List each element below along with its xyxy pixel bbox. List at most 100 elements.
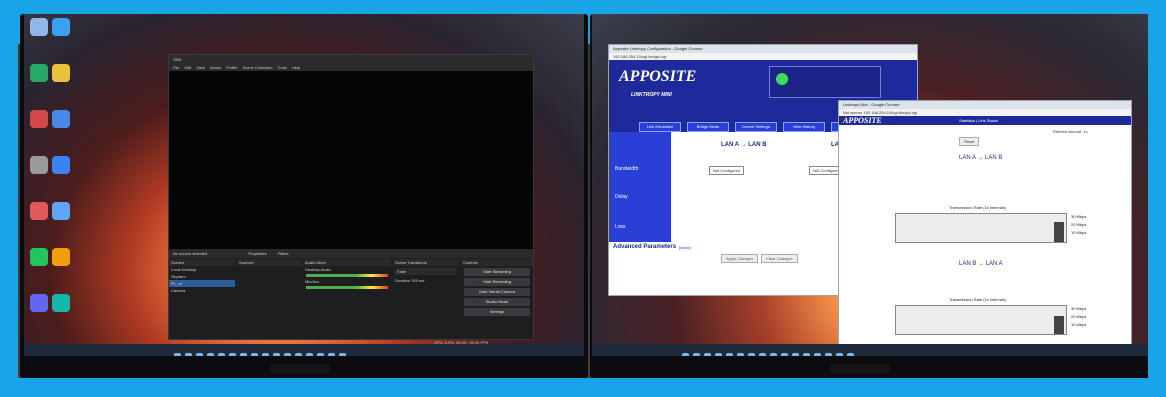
config-tab[interactable]: Bridge Mode [687, 122, 729, 132]
dir-header: LAN A → LAN B [721, 142, 767, 148]
taskbar-app-icon[interactable] [284, 353, 291, 356]
status-text: No source selected [173, 251, 208, 256]
graph2 [895, 305, 1067, 335]
chrome1-url[interactable]: 192.168.254.10/cgi-bin/gui.cgi [609, 53, 917, 60]
graph1-ylabel-1: 20 Mbps [1071, 222, 1087, 227]
obs-menu-4[interactable]: Profile [226, 65, 237, 70]
desktop-icon-13[interactable] [52, 294, 70, 312]
taskbar-app-icon[interactable] [273, 353, 280, 356]
desktop-icon-5[interactable] [52, 110, 70, 128]
taskbar-app-icon[interactable] [814, 353, 821, 356]
refresh-interval[interactable]: Refresh interval: 1s [1053, 129, 1087, 134]
graph2-ylabel-2: 10 Mbps [1071, 322, 1087, 327]
advanced-show-link[interactable]: [show] [679, 245, 691, 250]
desktop-icon-9[interactable] [52, 202, 70, 220]
taskbar-app-icon[interactable] [836, 353, 843, 356]
config-tab[interactable]: Device Settings [735, 122, 777, 132]
desktop-icon-4[interactable] [30, 110, 48, 128]
taskbar-app-icon[interactable] [251, 353, 258, 356]
control-button[interactable]: Settings [464, 308, 530, 316]
duration-value[interactable]: 300 ms [411, 278, 424, 283]
clear-button[interactable]: Clear Changes [761, 254, 798, 263]
taskbar-app-icon[interactable] [825, 353, 832, 356]
bandwidth-select[interactable]: Not Configured [709, 166, 744, 175]
section2-header: LAN B → LAN A [959, 261, 1003, 267]
desktop-icon-1[interactable] [52, 18, 70, 36]
obs-menu-2[interactable]: View [196, 65, 205, 70]
sources-dock: Sources [237, 259, 301, 339]
control-button[interactable]: Studio Mode [464, 298, 530, 306]
stats-nav[interactable]: Statistics | Link Status [959, 118, 998, 123]
taskbar-app-icon[interactable] [295, 353, 302, 356]
reset-button[interactable]: Reset [959, 137, 980, 146]
desktop-icon-10[interactable] [30, 248, 48, 266]
filters-button[interactable]: Filters [278, 251, 289, 256]
taskbar-app-icon[interactable] [339, 353, 346, 356]
obs-menu-5[interactable]: Scene Collection [242, 65, 272, 70]
taskbar-app-icon[interactable] [218, 353, 225, 356]
taskbar-app-icon[interactable] [847, 353, 854, 356]
desktop-icon-8[interactable] [30, 202, 48, 220]
taskbar-app-icon[interactable] [317, 353, 324, 356]
obs-menu-1[interactable]: Edit [184, 65, 191, 70]
scene-item[interactable]: Camera [169, 287, 235, 294]
taskbar-app-icon[interactable] [792, 353, 799, 356]
taskbar-app-icon[interactable] [306, 353, 313, 356]
obs-menu-6[interactable]: Tools [277, 65, 286, 70]
taskbar-app-icon[interactable] [262, 353, 269, 356]
obs-menu-0[interactable]: File [173, 65, 179, 70]
graph1-ylabel-2: 10 Mbps [1071, 230, 1087, 235]
control-button[interactable]: Start Virtual Camera [464, 288, 530, 296]
status-light [776, 73, 788, 85]
desktop-icon-6[interactable] [30, 156, 48, 174]
desktop-icon-3[interactable] [52, 64, 70, 82]
desktop-icon-2[interactable] [30, 64, 48, 82]
obs-menu-bar: File Edit View Docks Profile Scene Collection… [169, 64, 533, 71]
taskbar-app-icon[interactable] [328, 353, 335, 356]
advanced-label: Advanced Parameters [613, 244, 677, 250]
duration-row: Duration 300 ms [393, 277, 459, 284]
taskbar-app-icon[interactable] [185, 353, 192, 356]
taskbar-app-icon[interactable] [715, 353, 722, 356]
properties-button[interactable]: Properties [248, 251, 266, 256]
desktop-icon-12[interactable] [30, 294, 48, 312]
taskbar-app-icon[interactable] [748, 353, 755, 356]
frame-right [1148, 0, 1166, 397]
obs-menu-7[interactable]: Help [292, 65, 300, 70]
chrome2-url[interactable]: Not secure 192.168.254.10/cgi-bin/gui.cg… [839, 109, 1131, 116]
taskbar-app-icon[interactable] [781, 353, 788, 356]
desktop-icon-0[interactable] [30, 18, 48, 36]
taskbar-app-icon[interactable] [240, 353, 247, 356]
taskbar-app-icon[interactable] [229, 353, 236, 356]
taskbar-app-icon[interactable] [174, 353, 181, 356]
scene-item[interactable]: Skyfarm [169, 273, 235, 280]
config-tab[interactable]: Link Emulation [639, 122, 681, 132]
taskbar-app-icon[interactable] [704, 353, 711, 356]
graph1-ylabels: 30 Mbps 20 Mbps 10 Mbps [1071, 213, 1086, 237]
section1-header: LAN A → LAN B [959, 155, 1003, 161]
scene-item[interactable]: Local Desktop [169, 266, 235, 273]
apply-button[interactable]: Apply Changes [721, 254, 759, 263]
graph1-spike [1054, 222, 1064, 242]
control-button[interactable]: Start Streaming [464, 268, 530, 276]
taskbar-app-icon[interactable] [737, 353, 744, 356]
scene-item[interactable]: PL_v4 [169, 280, 235, 287]
mixer-track-mic: Mic/Aux [305, 279, 320, 284]
right-monitor-bezel [830, 364, 890, 374]
taskbar-app-icon[interactable] [759, 353, 766, 356]
control-button[interactable]: Start Recording [464, 278, 530, 286]
taskbar-app-icon[interactable] [770, 353, 777, 356]
transition-select[interactable]: Fade [395, 268, 457, 275]
taskbar-app-icon[interactable] [196, 353, 203, 356]
obs-menu-3[interactable]: Docks [210, 65, 221, 70]
config-tab[interactable]: View History [783, 122, 825, 132]
taskbar-app-icon[interactable] [682, 353, 689, 356]
taskbar-app-icon[interactable] [693, 353, 700, 356]
taskbar-app-icon[interactable] [207, 353, 214, 356]
status-panel [769, 66, 881, 98]
stats-logo: APPOSITE [843, 116, 882, 125]
taskbar-app-icon[interactable] [803, 353, 810, 356]
desktop-icon-11[interactable] [52, 248, 70, 266]
taskbar-app-icon[interactable] [726, 353, 733, 356]
desktop-icon-7[interactable] [52, 156, 70, 174]
